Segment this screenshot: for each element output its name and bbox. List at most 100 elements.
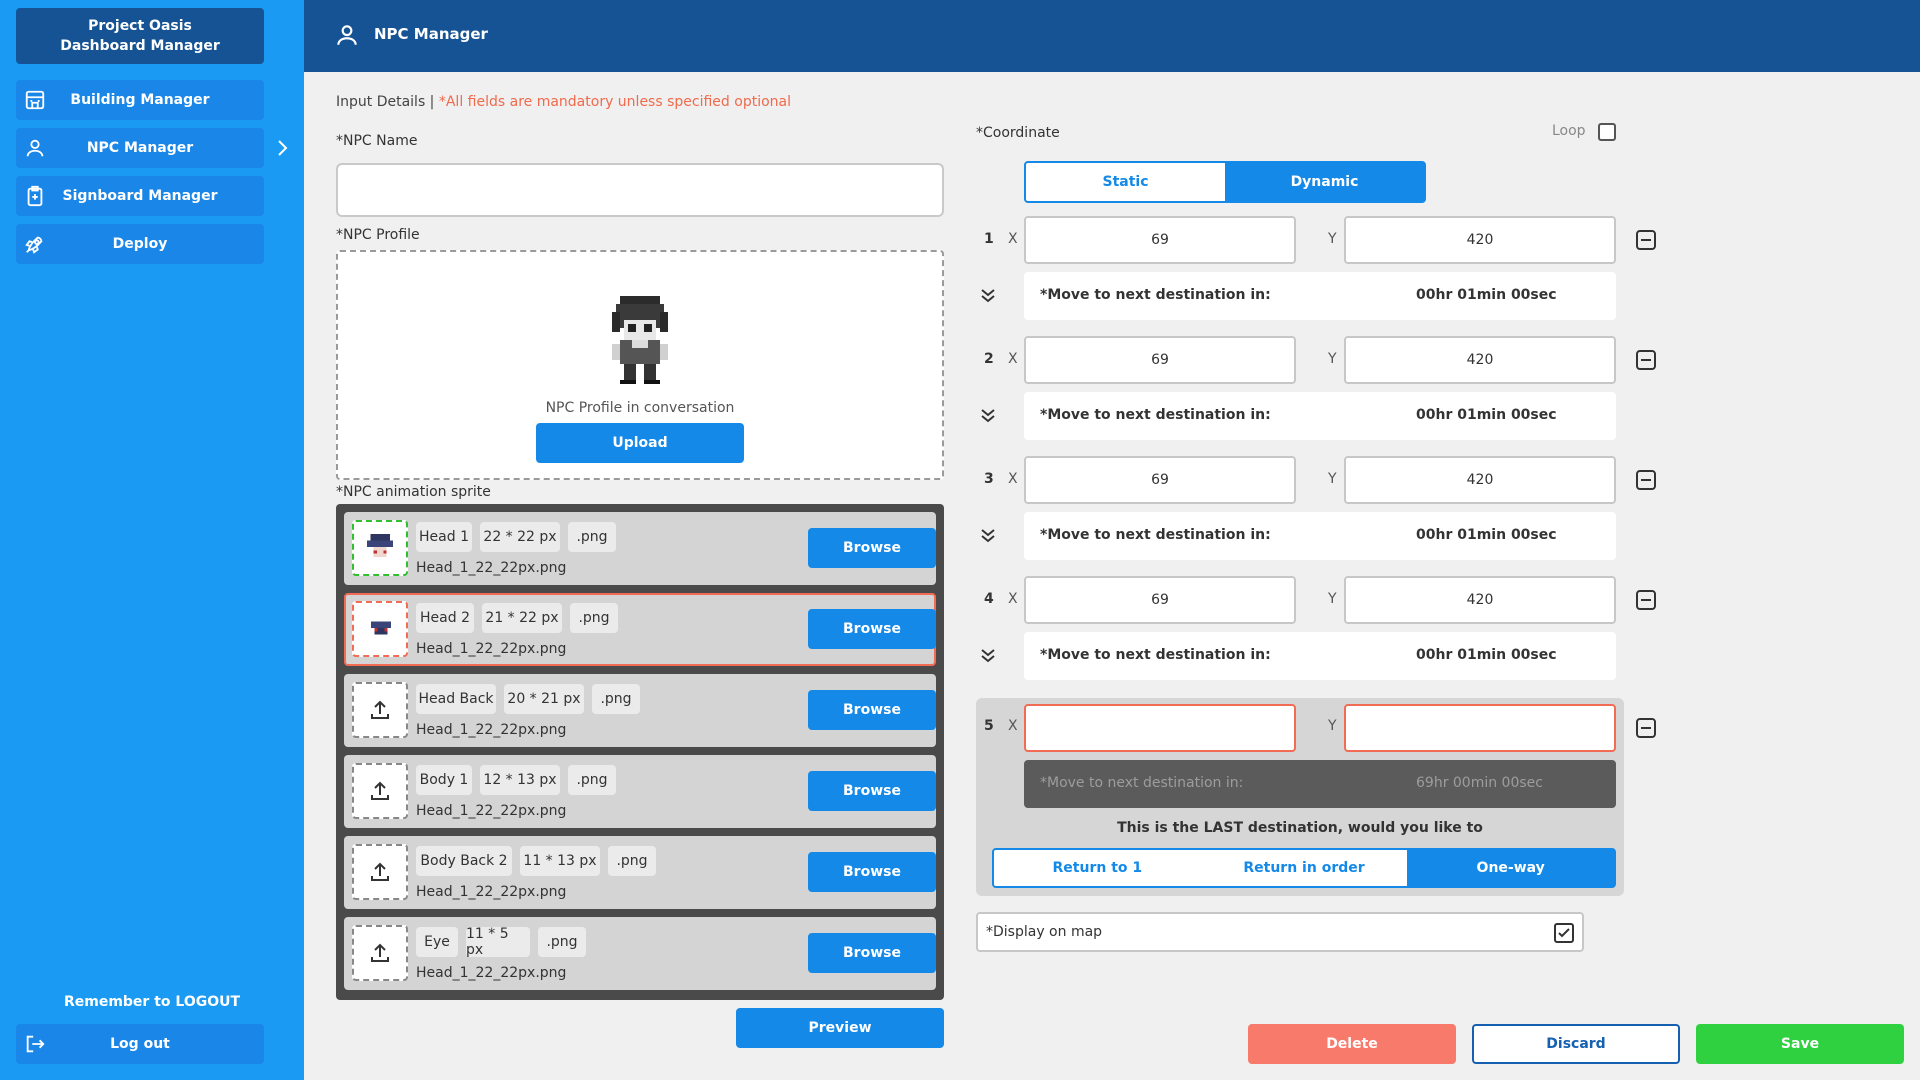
sidebar-item-label: Signboard Manager <box>62 188 218 204</box>
sprite-label: *NPC animation sprite <box>336 484 491 500</box>
npc-character-image <box>612 296 668 384</box>
dynamic-mode-button[interactable]: Dynamic <box>1225 163 1424 201</box>
discard-button[interactable]: Discard <box>1472 1024 1680 1064</box>
building-icon <box>25 90 45 110</box>
return-to-1-button[interactable]: Return to 1 <box>994 850 1201 886</box>
page-header: NPC Manager <box>304 0 1920 72</box>
head-sprite-image <box>371 621 391 635</box>
y-axis-label: Y <box>1328 351 1337 367</box>
preview-button[interactable]: Preview <box>736 1008 944 1048</box>
sprite-size-chip: 11 * 13 px <box>520 846 600 876</box>
y-axis-label: Y <box>1328 471 1337 487</box>
sprite-thumbnail[interactable] <box>352 763 408 819</box>
logout-button[interactable]: Log out <box>16 1024 264 1064</box>
move-duration-row[interactable]: *Move to next destination in: 00hr 01min… <box>1024 392 1616 440</box>
remove-point-icon[interactable] <box>1636 230 1656 250</box>
sprite-row-eye: Eye 11 * 5 px .png Head_1_22_22px.png Br… <box>344 917 936 990</box>
one-way-button[interactable]: One-way <box>1407 850 1615 886</box>
remove-point-icon[interactable] <box>1636 350 1656 370</box>
sprite-thumbnail[interactable] <box>352 682 408 738</box>
sprite-ext-chip: .png <box>592 684 640 714</box>
y-axis-label: Y <box>1328 718 1337 734</box>
sprite-ext-chip: .png <box>568 522 616 552</box>
sprite-ext-chip: .png <box>568 765 616 795</box>
display-on-map-field[interactable]: *Display on map <box>976 912 1584 952</box>
move-duration-value: 00hr 01min 00sec <box>1416 407 1557 423</box>
sidebar-item-npc-manager[interactable]: NPC Manager <box>16 128 264 168</box>
move-duration-row[interactable]: *Move to next destination in: 00hr 01min… <box>1024 632 1616 680</box>
sprite-thumbnail[interactable] <box>352 601 408 657</box>
y-coordinate-input[interactable]: 420 <box>1344 456 1616 504</box>
x-coordinate-input[interactable]: 69 <box>1024 216 1296 264</box>
sprite-size-chip: 20 * 21 px <box>504 684 584 714</box>
input-details-label: Input Details | <box>336 94 435 110</box>
static-mode-button[interactable]: Static <box>1026 163 1225 201</box>
y-coordinate-input[interactable]: 420 <box>1344 576 1616 624</box>
move-duration-value: 00hr 01min 00sec <box>1416 527 1557 543</box>
sprite-row-head-2: Head 2 21 * 22 px .png Head_1_22_22px.pn… <box>344 593 936 666</box>
page-title: NPC Manager <box>374 25 488 43</box>
rocket-icon <box>25 236 43 254</box>
x-coordinate-input[interactable]: 69 <box>1024 576 1296 624</box>
y-coordinate-input[interactable] <box>1344 704 1616 752</box>
x-coordinate-input[interactable] <box>1024 704 1296 752</box>
sprite-size-chip: 11 * 5 px <box>466 926 530 958</box>
mandatory-note: *All fields are mandatory unless specifi… <box>438 94 791 110</box>
sprite-name-chip: Head 2 <box>416 603 474 633</box>
x-coordinate-input[interactable]: 69 <box>1024 336 1296 384</box>
display-on-map-checkbox[interactable] <box>1554 923 1574 943</box>
remove-point-icon[interactable] <box>1636 590 1656 610</box>
delete-button[interactable]: Delete <box>1248 1024 1456 1064</box>
point-index: 1 <box>984 231 994 247</box>
loop-checkbox[interactable] <box>1598 123 1616 141</box>
last-destination-prompt: This is the LAST destination, would you … <box>1117 820 1483 836</box>
upload-icon <box>371 781 389 800</box>
sprite-name-chip: Body 1 <box>416 765 472 795</box>
browse-button[interactable]: Browse <box>808 609 936 649</box>
browse-button[interactable]: Browse <box>808 852 936 892</box>
coordinate-label: *Coordinate <box>976 125 1060 141</box>
move-duration-row[interactable]: *Move to next destination in: 00hr 01min… <box>1024 512 1616 560</box>
browse-button[interactable]: Browse <box>808 690 936 730</box>
browse-button[interactable]: Browse <box>808 528 936 568</box>
sprite-filename: Head_1_22_22px.png <box>416 641 567 657</box>
upload-button[interactable]: Upload <box>536 423 744 463</box>
sprite-filename: Head_1_22_22px.png <box>416 722 567 738</box>
move-duration-row[interactable]: *Move to next destination in: 00hr 01min… <box>1024 272 1616 320</box>
chevron-right-icon <box>278 140 288 156</box>
return-in-order-button[interactable]: Return in order <box>1201 850 1408 886</box>
sidebar-item-deploy[interactable]: Deploy <box>16 224 264 264</box>
save-button[interactable]: Save <box>1696 1024 1904 1064</box>
point-index: 3 <box>984 471 994 487</box>
double-chevron-down-icon <box>981 649 995 663</box>
browse-button[interactable]: Browse <box>808 771 936 811</box>
x-axis-label: X <box>1008 718 1018 734</box>
sprite-thumbnail[interactable] <box>352 520 408 576</box>
remove-point-icon[interactable] <box>1636 470 1656 490</box>
move-duration-value: 69hr 00min 00sec <box>1416 775 1543 791</box>
sprite-row-head-back: Head Back 20 * 21 px .png Head_1_22_22px… <box>344 674 936 747</box>
y-coordinate-input[interactable]: 420 <box>1344 336 1616 384</box>
point-index: 2 <box>984 351 994 367</box>
move-label: *Move to next destination in: <box>1040 647 1271 663</box>
sprite-filename: Head_1_22_22px.png <box>416 965 567 981</box>
sprite-size-chip: 12 * 13 px <box>480 765 560 795</box>
sidebar-item-label: Deploy <box>112 236 168 252</box>
sprite-thumbnail[interactable] <box>352 844 408 900</box>
browse-button[interactable]: Browse <box>808 933 936 973</box>
move-label: *Move to next destination in: <box>1040 527 1271 543</box>
remove-point-icon[interactable] <box>1636 718 1656 738</box>
npc-profile-label: *NPC Profile <box>336 227 420 243</box>
sidebar-item-signboard-manager[interactable]: Signboard Manager <box>16 176 264 216</box>
sidebar-item-building-manager[interactable]: Building Manager <box>16 80 264 120</box>
move-duration-value: 00hr 01min 00sec <box>1416 647 1557 663</box>
checkmark-icon <box>1558 928 1570 938</box>
y-coordinate-input[interactable]: 420 <box>1344 216 1616 264</box>
npc-name-input[interactable] <box>336 163 944 217</box>
sprite-thumbnail[interactable] <box>352 925 408 981</box>
x-coordinate-input[interactable]: 69 <box>1024 456 1296 504</box>
move-label: *Move to next destination in: <box>1040 287 1271 303</box>
x-axis-label: X <box>1008 471 1018 487</box>
signboard-icon <box>27 185 43 207</box>
sprite-list: Head 1 22 * 22 px .png Head_1_22_22px.pn… <box>336 504 944 1000</box>
